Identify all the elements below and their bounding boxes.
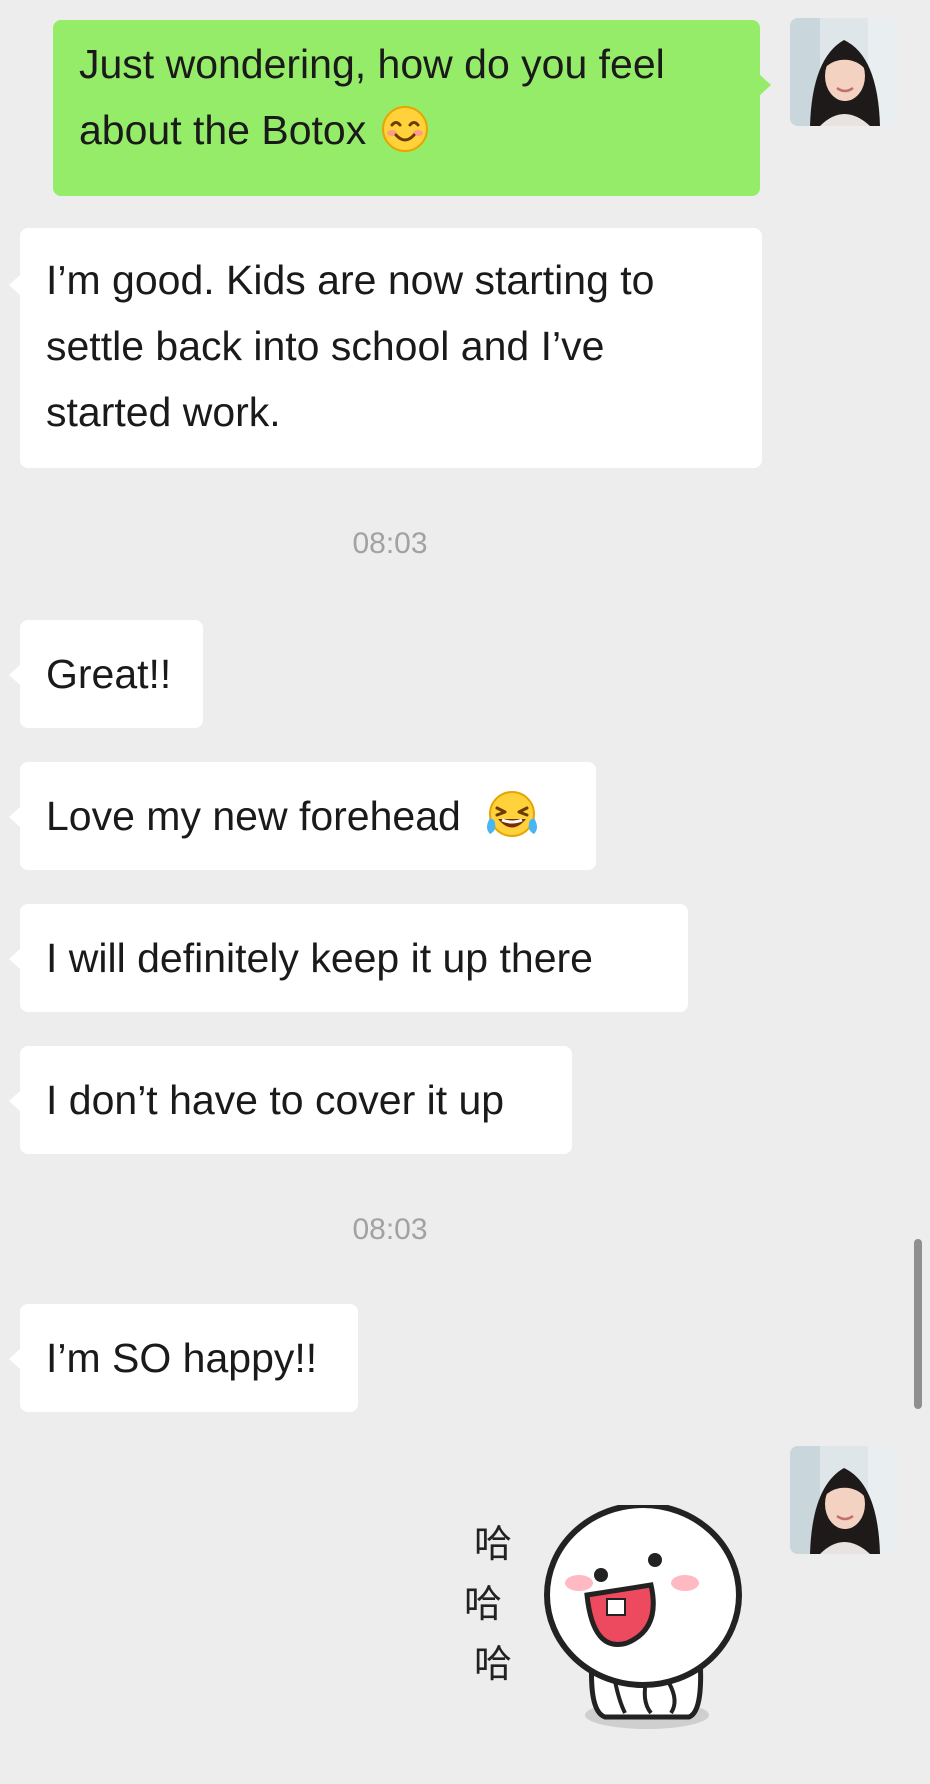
sticker-text: 哈 — [474, 1642, 512, 1686]
message-line: about the Botox — [79, 97, 734, 163]
message-line: I’m good. Kids are now starting to — [46, 257, 655, 303]
timestamp: 08:03 — [352, 527, 428, 560]
bubble-tail — [9, 274, 21, 296]
message-line: started work. — [46, 389, 281, 435]
message-bubble-outgoing[interactable]: Just wondering, how do you feel about th… — [53, 20, 771, 196]
user-avatar[interactable] — [790, 18, 898, 126]
bubble-tail — [9, 664, 21, 686]
smiling-blushing-emoji-icon — [381, 106, 428, 152]
chat-window: Just wondering, how do you feel about th… — [0, 0, 930, 1784]
message-bubble-incoming[interactable]: Love my new forehead — [9, 762, 596, 870]
message-line: settle back into school and I’ve — [46, 323, 605, 369]
user-avatar-icon — [790, 1446, 898, 1554]
bubble-tail — [9, 1348, 21, 1370]
sticker-text: 哈 — [464, 1582, 502, 1626]
scrollbar[interactable] — [914, 1239, 922, 1409]
bubble-tail — [9, 948, 21, 970]
bubble-tail — [9, 1090, 21, 1112]
message-text: Great!! — [46, 651, 172, 697]
message-line: Just wondering, how do you feel — [79, 41, 665, 87]
message-bubble-incoming[interactable]: Great!! — [9, 620, 203, 728]
message-bubble-incoming[interactable]: I’m SO happy!! — [9, 1304, 358, 1412]
message-text: I’m SO happy!! — [46, 1335, 318, 1381]
sticker-text: 哈 — [474, 1522, 512, 1566]
laughing-round-head-sticker[interactable]: 哈 哈 哈 — [455, 1502, 755, 1750]
bubble-tail — [759, 74, 771, 96]
bubble-tail — [9, 806, 21, 828]
message-text: about the Botox — [79, 107, 367, 153]
message-bubble-incoming[interactable]: I’m good. Kids are now starting to settl… — [9, 228, 762, 468]
message-bubble-incoming[interactable]: I will definitely keep it up there — [9, 904, 688, 1012]
tears-of-joy-emoji-icon — [487, 791, 538, 837]
message-text: Love my new forehead — [46, 793, 461, 839]
message-bubble-incoming[interactable]: I don’t have to cover it up — [9, 1046, 572, 1154]
timestamp: 08:03 — [352, 1213, 428, 1246]
message-text: I will definitely keep it up there — [46, 935, 593, 981]
message-text: I don’t have to cover it up — [46, 1077, 505, 1123]
user-avatar-icon — [790, 18, 898, 126]
user-avatar[interactable] — [790, 1446, 898, 1554]
